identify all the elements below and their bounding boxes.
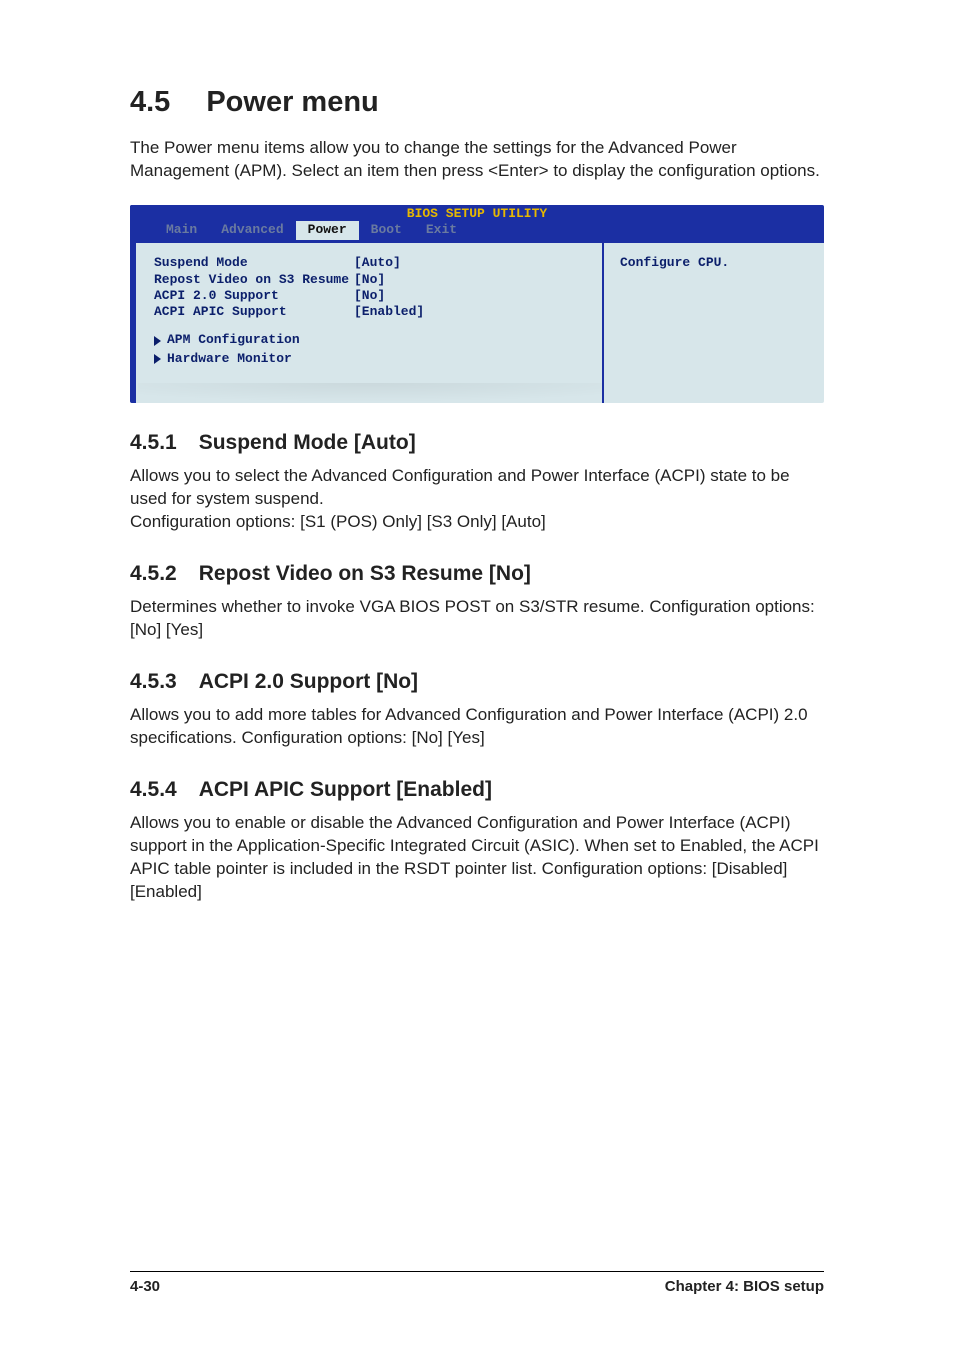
bios-tabs: Main Advanced Power Boot Exit [130,221,824,240]
subsection-body-451: Allows you to select the Advanced Config… [130,465,824,534]
bios-submenu-label: APM Configuration [167,332,300,348]
bios-body: Suspend Mode [Auto] Repost Video on S3 R… [130,243,824,403]
bios-panel: BIOS SETUP UTILITY Main Advanced Power B… [130,205,824,404]
subsection-body-452: Determines whether to invoke VGA BIOS PO… [130,596,824,642]
spacer [154,320,592,330]
bios-help-text: Configure CPU. [620,255,729,270]
subsection-heading-451: 4.5.1 Suspend Mode [Auto] [130,431,824,455]
bios-item-label: Repost Video on S3 Resume [154,272,354,288]
bios-tab-exit[interactable]: Exit [414,221,469,240]
page-chapter: Chapter 4: BIOS setup [665,1278,824,1295]
triangle-right-icon [154,336,161,346]
subsection-number: 4.5.2 [130,562,177,586]
bios-title-bar: BIOS SETUP UTILITY Main Advanced Power B… [130,205,824,244]
bios-item-suspend-mode[interactable]: Suspend Mode [Auto] [154,255,592,271]
bios-tab-advanced[interactable]: Advanced [209,221,295,240]
bios-help-pane: Configure CPU. [604,243,824,403]
section-intro: The Power menu items allow you to change… [130,137,824,183]
subsection-body-453: Allows you to add more tables for Advanc… [130,704,824,750]
subsection-number: 4.5.1 [130,431,177,455]
bios-item-label: Suspend Mode [154,255,354,271]
subsection-title: ACPI APIC Support [Enabled] [199,778,492,802]
subsection-number: 4.5.3 [130,670,177,694]
bios-item-acpi20[interactable]: ACPI 2.0 Support [No] [154,288,592,304]
bios-submenu-apm[interactable]: APM Configuration [154,332,592,348]
bios-tab-power[interactable]: Power [296,221,359,240]
page: 4.5 Power menu The Power menu items allo… [0,0,954,1351]
bios-title: BIOS SETUP UTILITY [130,206,824,222]
subsection-title: ACPI 2.0 Support [No] [199,670,418,694]
bios-tab-boot[interactable]: Boot [359,221,414,240]
bios-left-pane: Suspend Mode [Auto] Repost Video on S3 R… [130,243,604,403]
bios-item-repost-video[interactable]: Repost Video on S3 Resume [No] [154,272,592,288]
subsection-heading-454: 4.5.4 ACPI APIC Support [Enabled] [130,778,824,802]
subsection-heading-452: 4.5.2 Repost Video on S3 Resume [No] [130,562,824,586]
page-footer: 4-30 Chapter 4: BIOS setup [130,1271,824,1295]
subsection-body-454: Allows you to enable or disable the Adva… [130,812,824,904]
page-number: 4-30 [130,1278,160,1295]
bios-item-label: ACPI 2.0 Support [154,288,354,304]
bios-submenu-hardware-monitor[interactable]: Hardware Monitor [154,351,592,367]
bios-item-value: [Auto] [354,255,592,271]
section-number: 4.5 [130,86,170,119]
subsection-heading-453: 4.5.3 ACPI 2.0 Support [No] [130,670,824,694]
bios-tab-main[interactable]: Main [154,221,209,240]
section-title: Power menu [206,86,378,119]
subsection-number: 4.5.4 [130,778,177,802]
bios-item-value: [No] [354,288,592,304]
triangle-right-icon [154,354,161,364]
bios-submenu-label: Hardware Monitor [167,351,292,367]
bios-item-value: [No] [354,272,592,288]
subsection-title: Suspend Mode [Auto] [199,431,416,455]
bios-item-label: ACPI APIC Support [154,304,354,320]
section-heading: 4.5 Power menu [130,86,824,119]
subsection-title: Repost Video on S3 Resume [No] [199,562,531,586]
bios-item-value: [Enabled] [354,304,592,320]
bios-item-acpi-apic[interactable]: ACPI APIC Support [Enabled] [154,304,592,320]
